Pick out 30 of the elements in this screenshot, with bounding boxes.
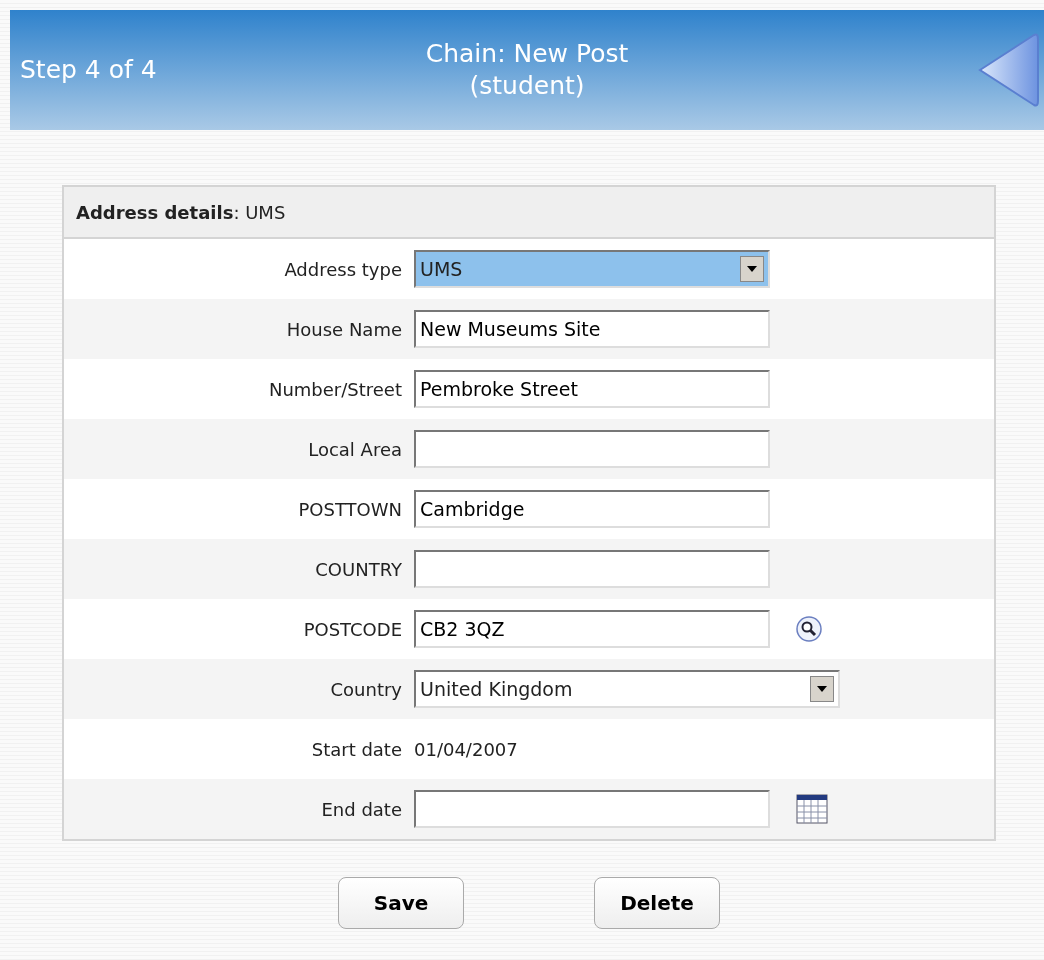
field-label: POSTCODE (302, 617, 403, 642)
page-title: Chain: New Post (student) (425, 37, 629, 102)
back-arrow-icon[interactable] (978, 31, 1040, 109)
action-button[interactable]: Save (338, 877, 464, 929)
calendar-icon[interactable] (796, 794, 828, 824)
input-field[interactable] (414, 790, 770, 828)
input-field[interactable]: New Museums Site (414, 310, 770, 348)
field-label: Address type (283, 257, 403, 282)
input-field[interactable]: Cambridge (414, 490, 770, 528)
field-label: COUNTRY (314, 557, 403, 582)
field-value: 01/04/2007 (414, 737, 518, 762)
dropdown[interactable]: UMS (414, 250, 770, 288)
step-indicator: Step 4 of 4 (19, 55, 157, 85)
search-icon[interactable] (796, 616, 822, 642)
input-field[interactable]: Pembroke Street (414, 370, 770, 408)
field-label: House Name (285, 317, 403, 342)
input-field[interactable] (414, 430, 770, 468)
dropdown[interactable]: United Kingdom (414, 670, 840, 708)
field-label: POSTTOWN (297, 497, 403, 522)
field-label: Local Area (307, 437, 403, 462)
input-field[interactable]: CB2 3QZ (414, 610, 770, 648)
field-label: Start date (310, 737, 403, 762)
dropdown-arrow-icon[interactable] (817, 686, 827, 692)
input-field[interactable] (414, 550, 770, 588)
field-label: Number/Street (267, 377, 403, 402)
action-button[interactable]: Delete (594, 877, 720, 929)
dropdown-arrow-icon[interactable] (747, 266, 757, 272)
panel-heading: Address details: UMS (76, 200, 286, 225)
field-label: End date (320, 797, 403, 822)
field-label: Country (329, 677, 403, 702)
